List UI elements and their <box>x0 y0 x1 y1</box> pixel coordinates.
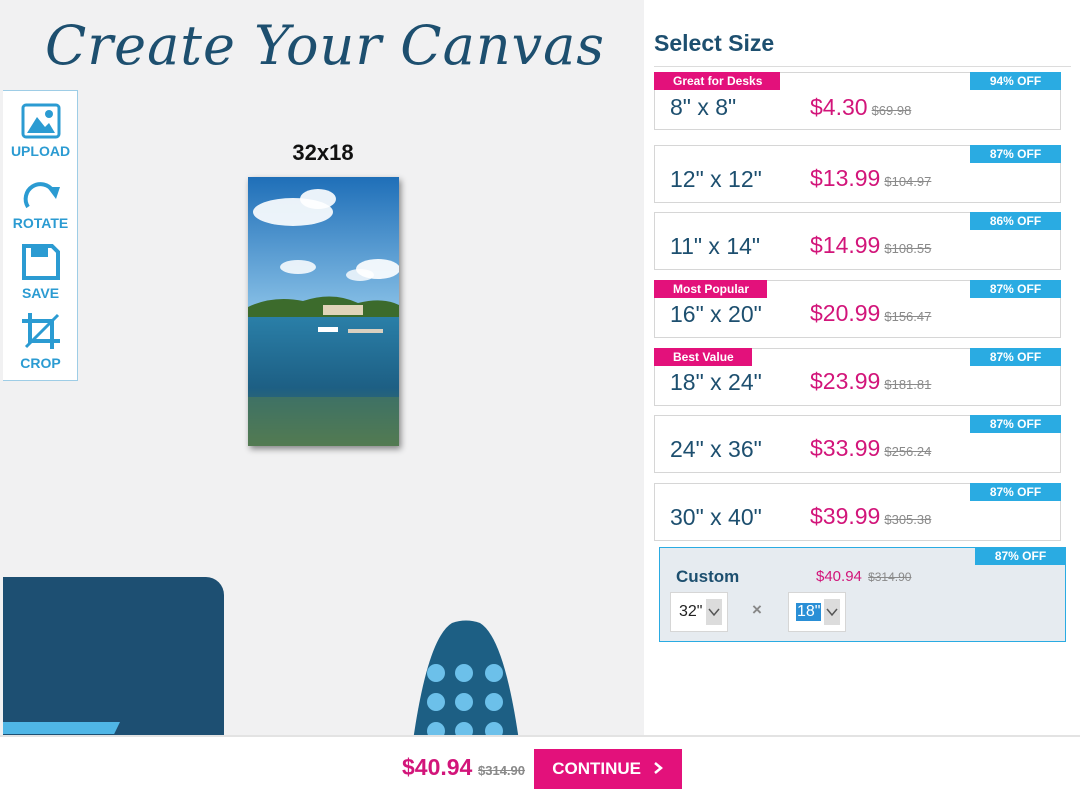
size-dimensions: 24" x 36" <box>670 436 762 462</box>
custom-width-select[interactable]: 32" <box>670 592 728 632</box>
size-dimensions: 12" x 12" <box>670 166 762 192</box>
original-price: $156.47 <box>884 309 932 324</box>
size-option-12x12[interactable]: 87% OFF 12" x 12" $13.99 $104.97 <box>654 145 1061 203</box>
size-dimensions: 30" x 40" <box>670 504 762 530</box>
original-price: $104.97 <box>884 174 932 189</box>
original-price: $314.90 <box>868 570 912 584</box>
sale-price: $4.30 <box>810 94 868 120</box>
size-option-18x24[interactable]: Best Value 87% OFF 18" x 24" $23.99 $181.… <box>654 348 1061 406</box>
page-title: Create Your Canvas <box>44 14 606 77</box>
discount-badge: 87% OFF <box>970 483 1061 501</box>
custom-size-option[interactable]: 87% OFF Custom $40.94 $314.90 32" × 18" <box>659 547 1066 642</box>
sale-price: $20.99 <box>810 300 881 326</box>
total-price: $40.94 <box>402 754 473 780</box>
discount-badge: 87% OFF <box>975 547 1066 565</box>
upload-label: UPLOAD <box>10 143 71 159</box>
custom-height-select[interactable]: 18" <box>788 592 846 632</box>
chevron-down-icon <box>824 599 840 625</box>
crop-icon <box>21 313 60 349</box>
save-button[interactable]: SAVE <box>3 243 78 301</box>
total-original-price: $314.90 <box>478 763 525 778</box>
discount-badge: 87% OFF <box>970 415 1061 433</box>
discount-badge: 94% OFF <box>970 72 1061 90</box>
rotate-icon <box>23 182 60 209</box>
sale-price: $13.99 <box>810 165 881 191</box>
canvas-stage: Create Your Canvas UPLOAD ROTATE SAVE CR… <box>0 0 644 735</box>
select-size-heading: Select Size <box>654 30 775 56</box>
chair-decoration <box>413 620 519 735</box>
chevron-down-icon <box>706 599 722 625</box>
tag-badge: Best Value <box>654 348 752 366</box>
original-price: $256.24 <box>884 444 932 459</box>
sale-price: $14.99 <box>810 232 881 258</box>
custom-label: Custom <box>676 567 740 586</box>
size-price: $14.99 $108.55 <box>810 232 931 259</box>
size-panel: Select Size Great for Desks 94% OFF 8" x… <box>644 0 1080 735</box>
discount-badge: 87% OFF <box>970 280 1061 298</box>
crop-button[interactable]: CROP <box>3 311 78 371</box>
checkout-footer: $40.94 $314.90 CONTINUE <box>0 735 1080 798</box>
rotate-label: ROTATE <box>12 215 69 231</box>
sale-price: $39.99 <box>810 503 881 529</box>
size-price: $33.99 $256.24 <box>810 435 931 462</box>
editor-toolbar: UPLOAD ROTATE SAVE CROP <box>3 90 78 381</box>
canvas-size-label: 32x18 <box>292 140 354 165</box>
size-price: $20.99 $156.47 <box>810 300 931 327</box>
times-icon: × <box>752 600 762 619</box>
size-dimensions: 18" x 24" <box>670 369 762 395</box>
continue-label: CONTINUE <box>552 759 642 778</box>
size-option-30x40[interactable]: 87% OFF 30" x 40" $39.99 $305.38 <box>654 483 1061 541</box>
canvas-preview-image[interactable] <box>248 177 399 446</box>
sale-price: $40.94 <box>816 568 862 585</box>
crop-label: CROP <box>20 355 61 371</box>
image-icon <box>21 103 60 139</box>
upload-button[interactable]: UPLOAD <box>3 103 78 159</box>
discount-badge: 87% OFF <box>970 145 1061 163</box>
continue-button[interactable]: CONTINUE <box>534 749 682 789</box>
sale-price: $23.99 <box>810 368 881 394</box>
desk-stripe-decoration <box>3 722 120 734</box>
size-price: $23.99 $181.81 <box>810 368 931 395</box>
size-price: $13.99 $104.97 <box>810 165 931 192</box>
sale-price: $33.99 <box>810 435 881 461</box>
discount-badge: 86% OFF <box>970 212 1061 230</box>
original-price: $305.38 <box>884 512 932 527</box>
size-price: $4.30 $69.98 <box>810 94 911 121</box>
size-dimensions: 16" x 20" <box>670 301 762 327</box>
original-price: $108.55 <box>884 241 932 256</box>
custom-price: $40.94 $314.90 <box>816 568 911 585</box>
size-option-16x20[interactable]: Most Popular 87% OFF 16" x 20" $20.99 $15… <box>654 280 1061 338</box>
tag-badge: Most Popular <box>654 280 768 298</box>
size-price: $39.99 $305.38 <box>810 503 931 530</box>
desk-decoration <box>3 577 224 735</box>
rotate-button[interactable]: ROTATE <box>3 175 78 231</box>
divider <box>654 66 1071 67</box>
height-value: 18" <box>796 603 822 621</box>
original-price: $181.81 <box>884 377 932 392</box>
chevron-right-icon <box>653 762 663 774</box>
size-option-11x14[interactable]: 86% OFF 11" x 14" $14.99 $108.55 <box>654 212 1061 270</box>
size-option-24x36[interactable]: 87% OFF 24" x 36" $33.99 $256.24 <box>654 415 1061 473</box>
size-option-8x8[interactable]: Great for Desks 94% OFF 8" x 8" $4.30 $69… <box>654 72 1061 130</box>
width-value: 32" <box>679 603 703 620</box>
save-icon <box>21 244 60 280</box>
size-dimensions: 8" x 8" <box>670 94 737 120</box>
original-price: $69.98 <box>871 103 912 118</box>
size-dimensions: 11" x 14" <box>670 233 761 259</box>
discount-badge: 87% OFF <box>970 348 1061 366</box>
tag-badge: Great for Desks <box>654 72 781 90</box>
save-label: SAVE <box>21 285 60 301</box>
